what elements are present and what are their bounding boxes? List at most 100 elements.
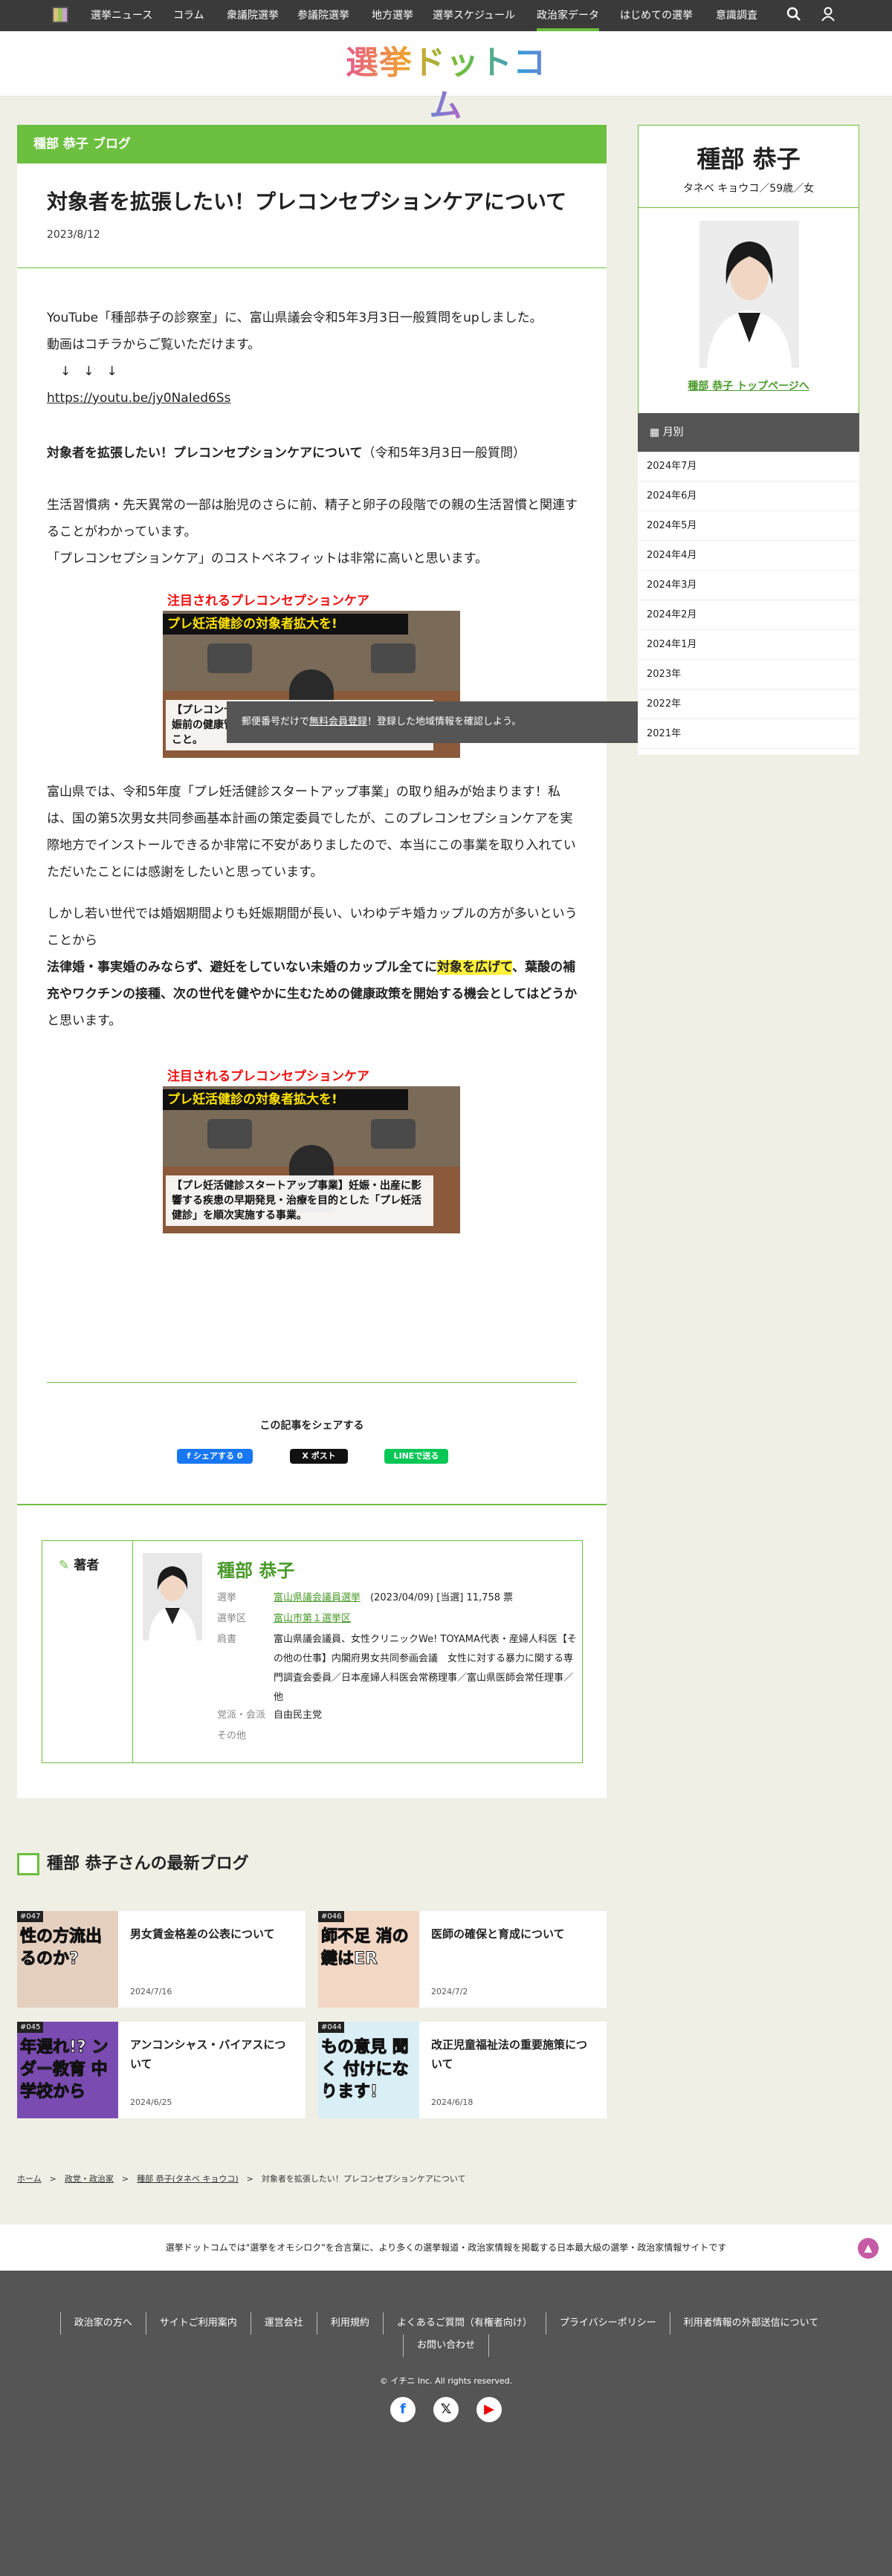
free-registration-link[interactable]: 無料会員登録 <box>309 716 367 727</box>
intro-line-1: YouTube「種部恭子の診察室」に、富山県議会令和5年3月3日一般質問をupし… <box>47 311 543 325</box>
breadcrumb-parties[interactable]: 政党・政治家 <box>65 2174 114 2184</box>
politician-top-link[interactable]: 種部 恭子 トップページへ <box>639 378 859 393</box>
divider <box>639 207 859 208</box>
blog-thumbnail: 性の方流出るのか? #047 <box>17 1911 118 2008</box>
episode-number: #046 <box>318 1911 345 1922</box>
article-subheading: 対象者を拡張したい！プレコンセプションケアについて（令和5年3月3日一般質問） <box>47 440 582 467</box>
blog-card[interactable]: 師不足 消の鍵はER #046 医師の確保と育成について 2024/7/2 <box>318 1911 607 2008</box>
image-2-band-title: 注目されるプレコンセプションケア <box>163 1067 460 1086</box>
user-icon[interactable] <box>819 7 837 25</box>
author-row-title: 肩書 富山県議会議員、女性クリニックWe! TOYAMA代表・産婦人科医【その他の… <box>217 1630 578 1707</box>
blog-card[interactable]: もの意見 聞く 付けになります! #044 改正児童福祉法の重要施策について 2024… <box>318 2022 607 2118</box>
blog-card[interactable]: 性の方流出るのか? #047 男女賃金格差の公表について 2024/7/16 <box>17 1911 306 2008</box>
paragraph-lifestyle-text: 生活習慣病・先天異常の一部は胎児のさらに前、精子と卵子の段階での親の生活習慣と関… <box>47 498 578 539</box>
breadcrumb-home[interactable]: ホーム <box>17 2174 42 2184</box>
month-item[interactable]: 2024年2月 <box>638 600 859 630</box>
nav-item-lower-house[interactable]: 衆議院選挙 <box>227 0 279 31</box>
nav-item-local[interactable]: 地方選挙 <box>372 0 413 31</box>
copyright: © イチニ Inc. All rights reserved. <box>379 2376 513 2386</box>
footer-link[interactable]: サイトご利用案内 <box>145 2312 251 2335</box>
chevron-up-icon[interactable]: ▲ <box>858 2238 879 2259</box>
monthly-title: 月別 <box>662 426 684 438</box>
blog-card-date: 2024/6/25 <box>130 2098 172 2107</box>
home-logo-icon[interactable] <box>52 7 68 23</box>
nav-item-news[interactable]: 選挙ニュース <box>91 0 152 31</box>
row-key: その他 <box>217 1730 247 1742</box>
nav-item-first-election[interactable]: はじめての選挙 <box>620 0 693 31</box>
nav-item-survey[interactable]: 意識調査 <box>716 0 757 31</box>
footer-link[interactable]: お問い合わせ <box>402 2335 489 2357</box>
site-footer: 政治家の方へ サイトご利用案内 運営会社 利用規約 よくあるご質問（有権者向け） プライバ… <box>0 2271 892 2576</box>
nav-item-column[interactable]: コラム <box>173 0 204 31</box>
proposal-tail: と思います。 <box>47 1013 122 1028</box>
blog-card-date: 2024/7/2 <box>431 1987 468 1996</box>
month-item[interactable]: 2022年 <box>638 690 859 719</box>
paragraph-toyama: 富山県では、令和5年度「プレ妊活健診スタートアップ事業」の取り組みが始まります！… <box>47 785 576 880</box>
month-item[interactable]: 2024年4月 <box>638 541 859 571</box>
footer-link[interactable]: 運営会社 <box>250 2312 317 2335</box>
author-name: 種部 恭子 <box>217 1560 295 1581</box>
month-item[interactable]: 2024年3月 <box>638 571 859 600</box>
blog-card-date: 2024/7/16 <box>130 1987 172 1996</box>
nav-item-upper-house[interactable]: 参議院選挙 <box>297 0 349 31</box>
x-icon[interactable]: 𝕏 <box>433 2397 459 2422</box>
blog-header: 種部 恭子 ブログ <box>17 125 607 163</box>
intro-line-2: 動画はコチラからご覧いただけます。 <box>47 337 261 352</box>
search-icon[interactable] <box>785 7 803 25</box>
thumbnail-text: 年遅れ!? ンダー教育 中学校から <box>20 2038 109 2102</box>
episode-number: #045 <box>17 2022 44 2033</box>
youtube-icon[interactable]: ▶ <box>476 2397 502 2422</box>
row-key: 選挙 <box>217 1592 237 1603</box>
author-row-party: 党派・会派 自由民主党 <box>217 1706 578 1725</box>
youtube-link[interactable]: https://youtu.be/jy0NaIed6Ss <box>47 391 230 406</box>
footer-link[interactable]: 利用者情報の外部送信について <box>669 2312 833 2335</box>
image-2-caption: 【プレ妊活健診スタートアップ事業】妊娠・出産に影響する疾患の早期発見・治療を目的… <box>166 1175 433 1226</box>
district-link[interactable]: 富山市第１選挙区 <box>274 1613 351 1624</box>
footer-link[interactable]: プライバシーポリシー <box>545 2312 670 2335</box>
politician-kana-info: タネベ キョウコ／59歳／女 <box>682 183 815 195</box>
calendar-icon: ▦ <box>650 426 663 438</box>
footer-link[interactable]: 政治家の方へ <box>59 2312 146 2335</box>
month-item[interactable]: 2024年7月 <box>638 452 859 481</box>
breadcrumb-politician[interactable]: 種部 恭子(タネベ キョウコ) <box>137 2174 239 2184</box>
thumbnail-text: 性の方流出るのか? <box>20 1927 103 1969</box>
x-post-button[interactable]: X ポスト <box>290 1449 348 1464</box>
month-item[interactable]: 2021年 <box>638 719 859 749</box>
episode-number: #047 <box>17 1911 44 1922</box>
footer-link[interactable]: よくあるご質問（有権者向け） <box>382 2312 546 2335</box>
monthly-archive: ▦ 月別 2024年7月 2024年6月 2024年5月 2024年4月 2024年3月… <box>638 413 859 755</box>
blog-card-title: 男女賃金格差の公表について <box>130 1927 275 1941</box>
nav-item-politician-data[interactable]: 政治家データ <box>537 0 599 31</box>
line-share-button[interactable]: LINEで送る <box>384 1449 448 1464</box>
author-photo <box>143 1553 202 1641</box>
politician-photo <box>699 221 799 368</box>
site-header: 選挙ドットコム <box>0 31 892 125</box>
blog-card-title: 医師の確保と育成について <box>431 1927 565 1941</box>
footer-tagline: 選挙ドットコムでは"選挙をオモシロク"を合言葉に、より多くの選挙報道・政治家情報… <box>0 2225 892 2271</box>
politician-card: 種部 恭子 タネベ キョウコ／59歳／女 種部 恭子 トップページへ <box>638 125 859 425</box>
month-item[interactable]: 2023年 <box>638 660 859 690</box>
image-1-band-title: 注目されるプレコンセプションケア <box>163 591 460 611</box>
thumbnail-text: 師不足 消の鍵はER <box>321 1927 410 1969</box>
arrows-text: ↓ ↓ ↓ <box>60 364 117 379</box>
article-date: 2023/8/12 <box>47 229 100 241</box>
blog-card[interactable]: 年遅れ!? ンダー教育 中学校から #045 アンコンシャス・バイアスについて 202… <box>17 2022 306 2118</box>
politician-name: 種部 恭子 <box>697 145 801 173</box>
month-item[interactable]: 2024年1月 <box>638 630 859 660</box>
facebook-share-button[interactable]: f シェアする 0 <box>177 1449 253 1464</box>
row-key: 肩書 <box>217 1634 237 1645</box>
footer-link[interactable]: 利用規約 <box>316 2312 383 2335</box>
divider <box>17 1504 607 1505</box>
nav-item-schedule[interactable]: 選挙スケジュール <box>433 0 515 31</box>
blog-card-title: アンコンシャス・バイアスについて <box>130 2038 286 2071</box>
row-key: 選挙区 <box>217 1613 247 1624</box>
month-item[interactable]: 2024年6月 <box>638 481 859 511</box>
blog-thumbnail: もの意見 聞く 付けになります! #044 <box>318 2022 419 2118</box>
facebook-icon[interactable]: f <box>390 2397 416 2422</box>
election-link[interactable]: 富山県議会議員選挙 <box>274 1592 361 1603</box>
latest-heading-text: 種部 恭子さんの最新ブログ <box>47 1855 249 1873</box>
author-row-election: 選挙 富山県議会議員選挙 (2023/04/09) [当選] 11,758 票 <box>217 1589 578 1608</box>
site-logo[interactable]: 選挙ドットコム <box>342 42 550 125</box>
month-item[interactable]: 2024年5月 <box>638 511 859 541</box>
breadcrumb-current: 対象者を拡張したい！プレコンセプションケアについて <box>261 2174 466 2184</box>
